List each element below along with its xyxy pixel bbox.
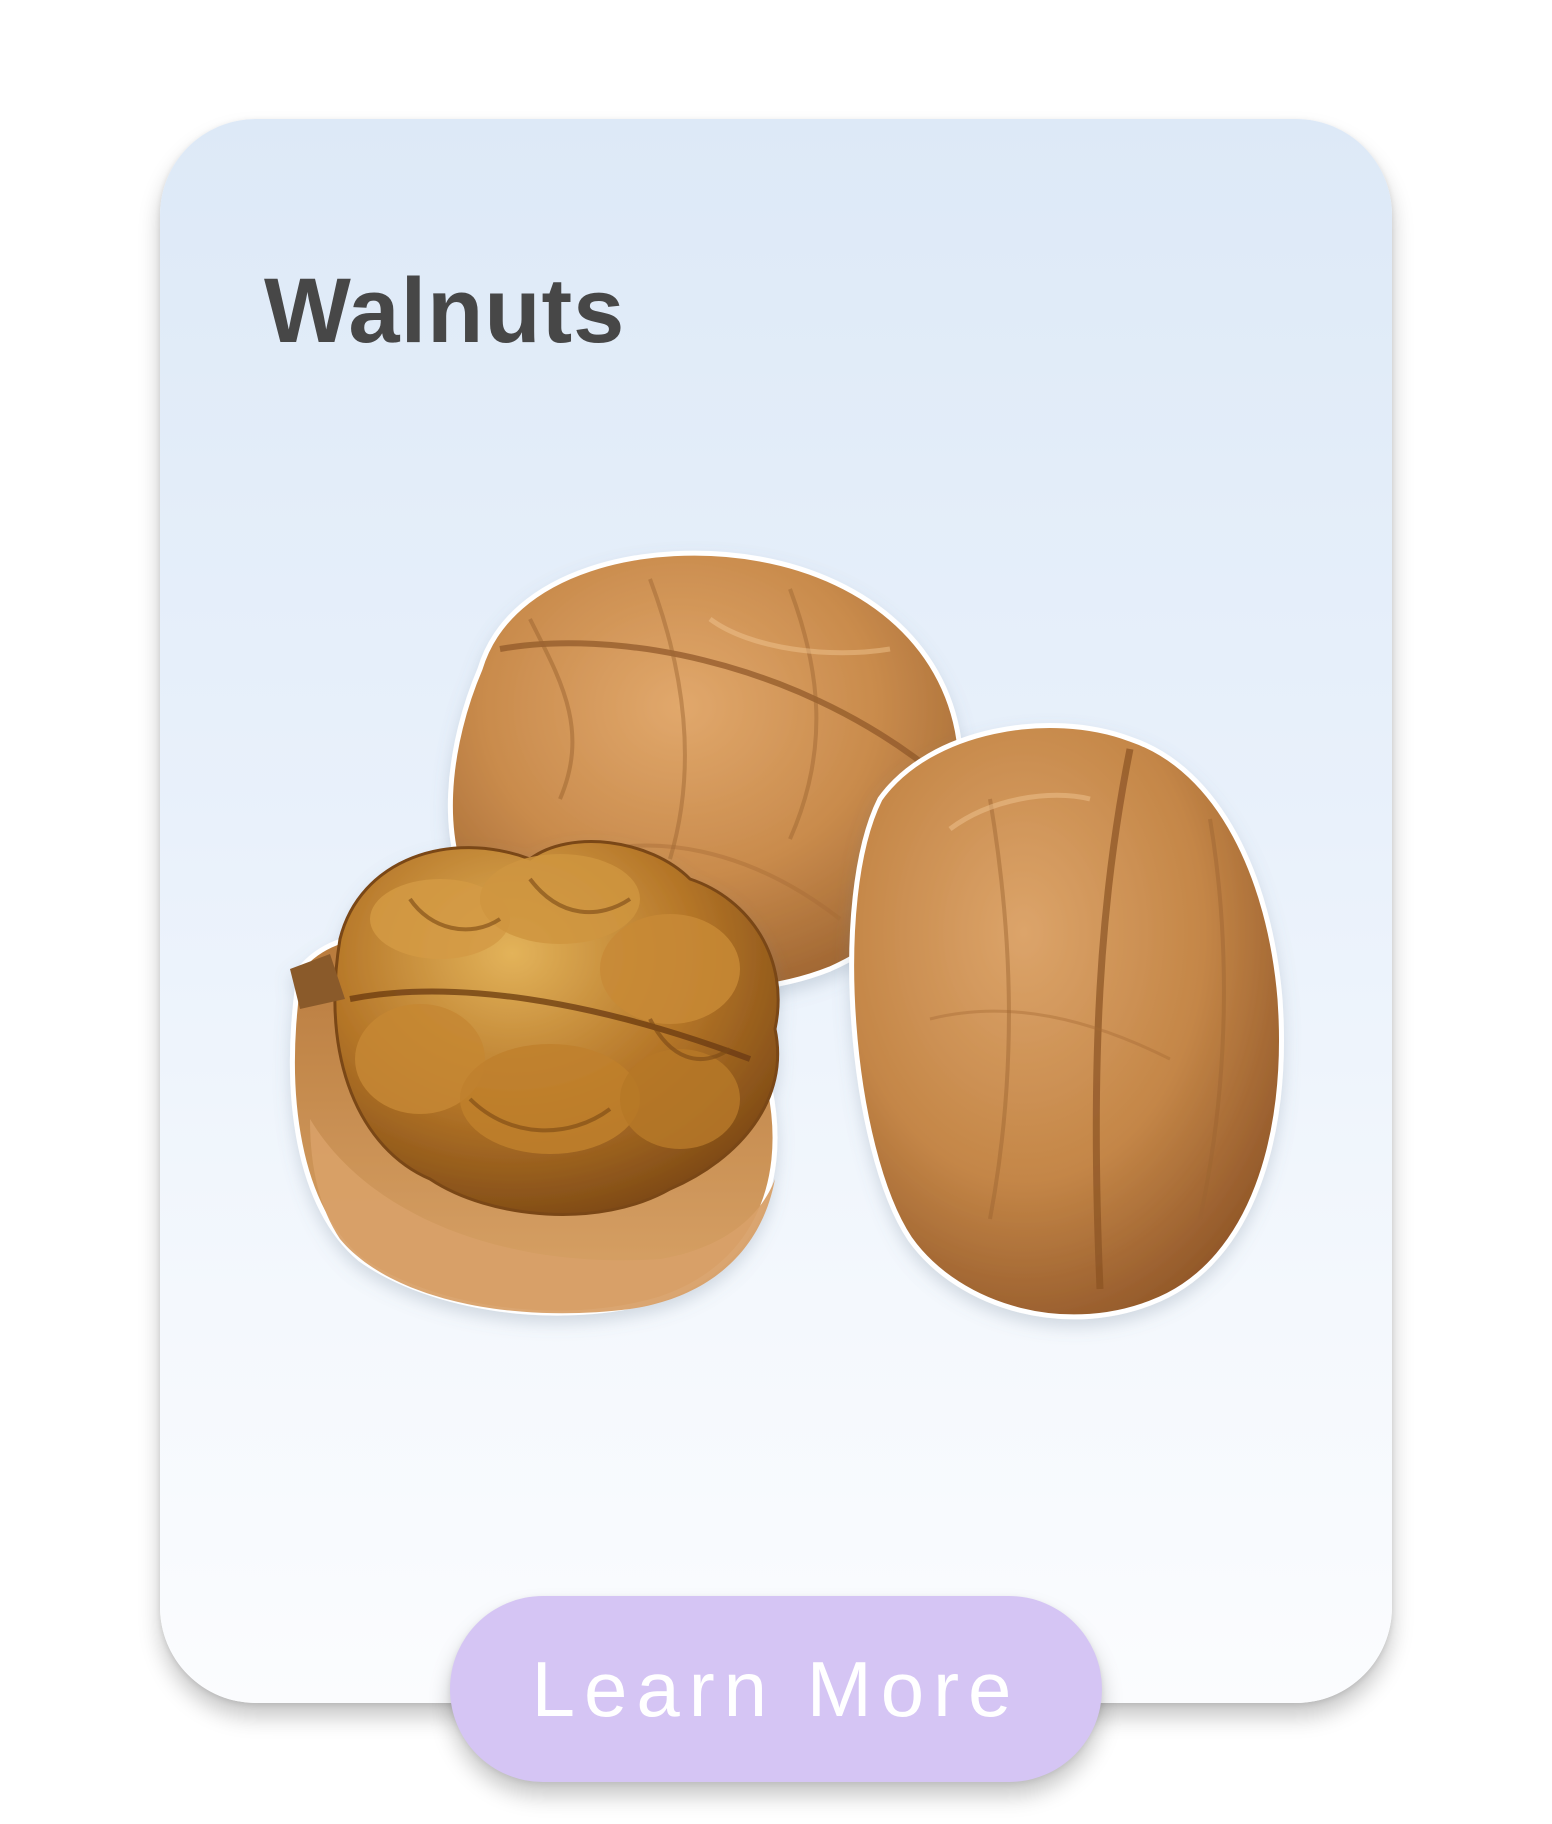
walnut-illustration: [290, 550, 1284, 1320]
page: Walnuts Learn More: [0, 0, 1552, 1824]
learn-more-button[interactable]: Learn More: [450, 1596, 1102, 1782]
card-title: Walnuts: [264, 260, 626, 362]
walnut-cracked: [290, 840, 780, 1316]
walnut-right: [849, 723, 1284, 1320]
product-card[interactable]: Walnuts: [160, 119, 1392, 1703]
